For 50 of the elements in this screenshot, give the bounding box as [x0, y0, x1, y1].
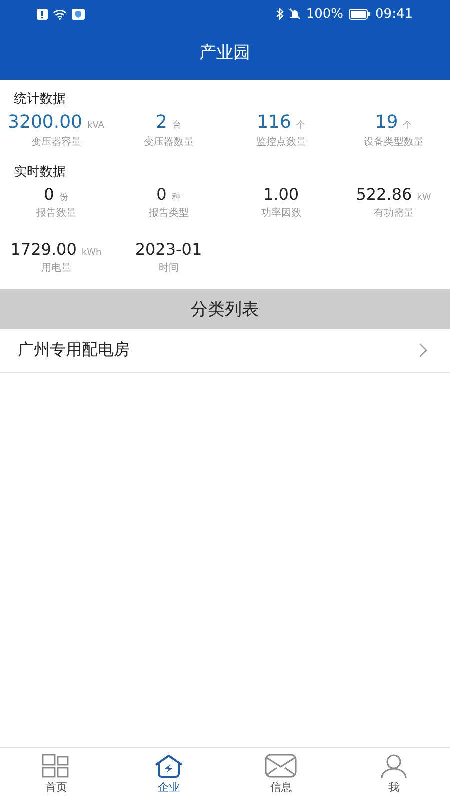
wifi-icon — [53, 8, 67, 20]
metric-label: 变压器容量 — [31, 136, 82, 149]
envelope-icon — [265, 754, 298, 778]
metric-label: 监控点数量 — [256, 136, 306, 149]
shield-icon — [72, 8, 85, 20]
battery-icon — [348, 8, 371, 20]
metric-value: 2 — [156, 112, 168, 133]
battery-percent: 100% — [306, 6, 344, 22]
metric-unit: kW — [417, 193, 432, 203]
metric-unit: 份 — [59, 192, 68, 204]
clock: 09:41 — [376, 6, 413, 22]
alert-icon — [37, 8, 48, 20]
metric-label: 用电量 — [41, 262, 72, 275]
metric-unit: 个 — [296, 120, 306, 132]
metric-unit: 种 — [172, 192, 181, 204]
section-title: 统计数据 — [13, 91, 67, 109]
house-icon — [154, 754, 184, 778]
metric-unit: kVA — [87, 121, 104, 131]
metric-label: 功率因数 — [261, 206, 302, 220]
nav-tab[interactable]: 我 — [338, 748, 450, 800]
metric-label: 变压器数量 — [144, 136, 194, 149]
metric-value: 1.00 — [263, 185, 300, 204]
metric-value: 2023-01 — [135, 240, 202, 259]
nav-tab[interactable]: 信息 — [225, 748, 338, 800]
page-title: 产业园 — [198, 42, 252, 64]
nav-tab[interactable]: 首页 — [0, 748, 112, 800]
metric-label: 时间 — [158, 262, 179, 275]
metric-unit: 个 — [403, 120, 412, 132]
metric-unit: 台 — [172, 120, 182, 132]
metric-value: 522.86 — [356, 185, 412, 204]
metric-value: 19 — [375, 112, 398, 133]
metric-label: 报告数量 — [36, 206, 76, 220]
metric-label: 报告类型 — [148, 206, 189, 220]
list-header: 分类列表 — [0, 289, 450, 329]
category-item[interactable]: 广州专用配电房 — [0, 329, 450, 373]
metric-value: 1729.00 — [10, 240, 77, 259]
bluetooth-icon — [276, 8, 284, 20]
metric-value: 3200.00 — [8, 112, 82, 133]
metric-value: 116 — [257, 112, 292, 133]
chevron-right-icon — [419, 343, 428, 358]
metric-value: 0 — [156, 185, 167, 204]
section-title: 实时数据 — [13, 164, 67, 182]
muted-bell-icon — [289, 8, 302, 20]
metric-value: 0 — [44, 185, 54, 204]
person-icon — [380, 754, 407, 778]
metric-label: 有功需量 — [374, 206, 414, 220]
grid-icon — [42, 754, 70, 778]
metric-unit: kWh — [82, 248, 102, 258]
metric-label: 设备类型数量 — [364, 136, 424, 149]
nav-tab[interactable]: 企业 — [112, 748, 225, 800]
